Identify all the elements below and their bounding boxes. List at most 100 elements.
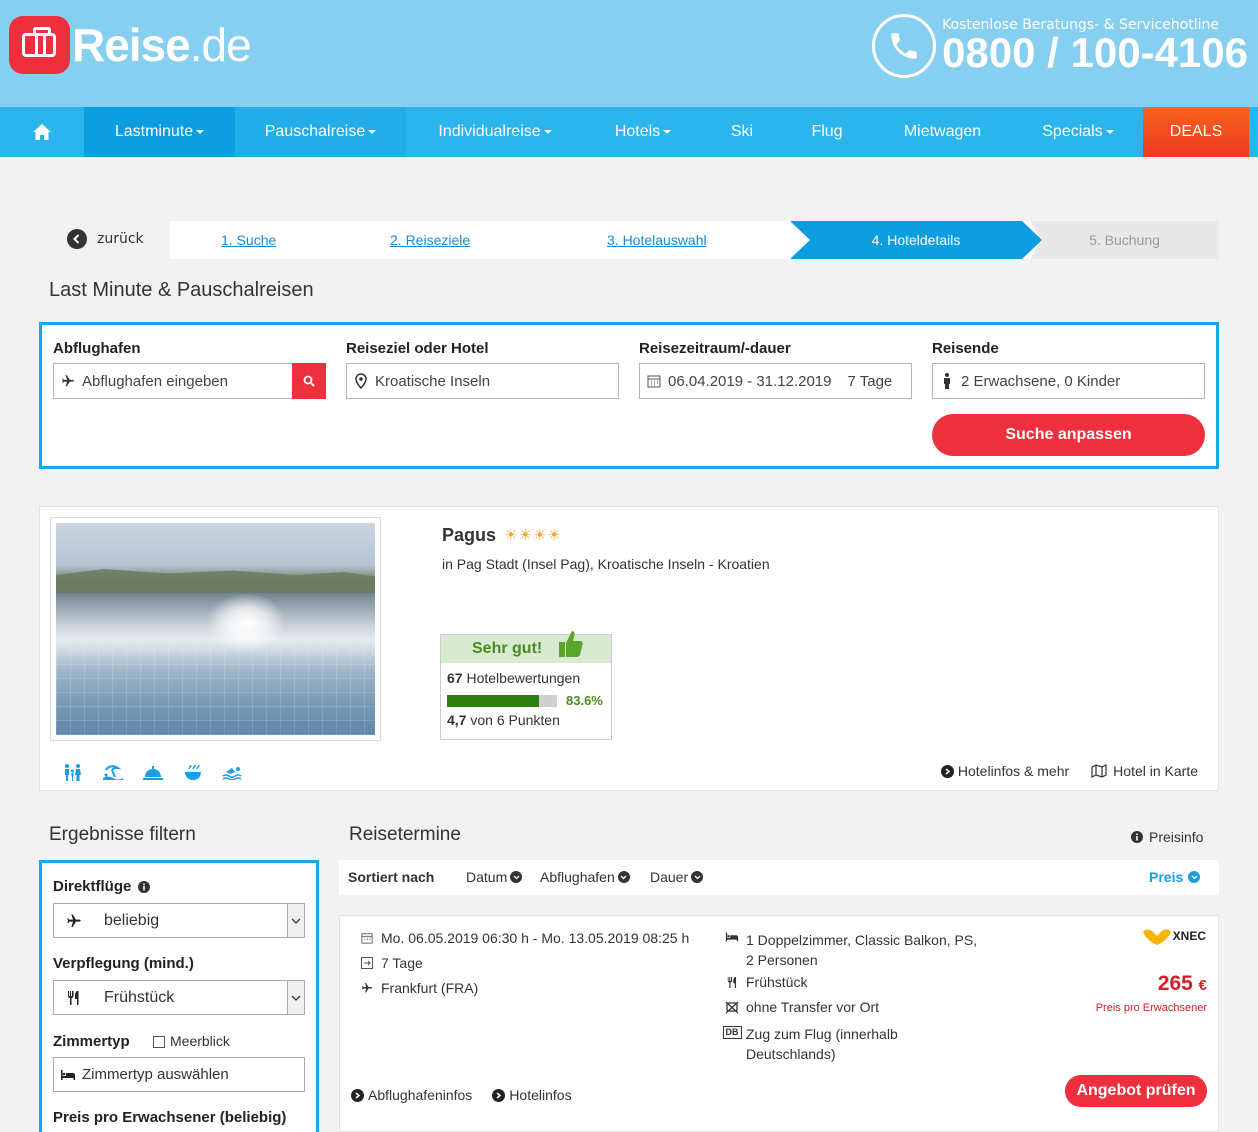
offer-hotel-info-link[interactable]: Hotelinfos bbox=[492, 1087, 572, 1103]
direct-flight-label: Direktflüge bbox=[53, 878, 150, 895]
chevron-down-icon bbox=[287, 904, 304, 937]
map-icon bbox=[1091, 763, 1107, 779]
nav-item-pauschalreise[interactable]: Pauschalreise bbox=[235, 107, 406, 157]
phone-icon bbox=[872, 14, 937, 78]
chevron-down-icon bbox=[510, 871, 523, 883]
hotel-location: in Pag Stadt (Insel Pag), Kroatische Ins… bbox=[442, 556, 770, 572]
airport-info-link[interactable]: Abflughafeninfos bbox=[351, 1087, 472, 1103]
score: 4,7 bbox=[447, 712, 467, 728]
rating-label: Sehr gut! bbox=[472, 640, 543, 657]
departure-label: Abflughafen bbox=[53, 340, 141, 357]
rating-percent: 83.6% bbox=[566, 693, 603, 708]
logo[interactable]: Reise.de bbox=[9, 15, 252, 75]
hotline[interactable]: Kostenlose Beratungs- & Servicehotline 0… bbox=[872, 14, 1248, 78]
rating-box[interactable]: Sehr gut! 67 Hotelbewertungen 83.6% 4,7 … bbox=[440, 631, 612, 740]
search-submit-button[interactable]: Suche anpassen bbox=[932, 414, 1205, 456]
service-bell-icon bbox=[140, 763, 166, 781]
hotel-map-link[interactable]: Hotel in Karte bbox=[1091, 763, 1198, 779]
chevron-down-icon bbox=[691, 871, 704, 883]
plane-icon bbox=[54, 913, 94, 929]
nav-item-lastminute[interactable]: Lastminute bbox=[84, 107, 235, 157]
hotel-photo[interactable] bbox=[50, 517, 381, 741]
period-label: Reisezeitraum/-dauer bbox=[639, 340, 791, 357]
price-filter-label: Preis pro Erwachsener (beliebig) bbox=[53, 1109, 287, 1126]
offer-card: Mo. 06.05.2019 06:30 h - Mo. 13.05.2019 … bbox=[339, 915, 1219, 1132]
checkbox-icon bbox=[153, 1036, 165, 1049]
rating-bar bbox=[447, 695, 557, 707]
step-buchung: 5. Buchung bbox=[1030, 221, 1219, 259]
price-note: Preis pro Erwachsener bbox=[1095, 1002, 1207, 1014]
chevron-right-icon bbox=[492, 1088, 506, 1102]
sort-airport[interactable]: Abflughafen bbox=[540, 869, 630, 885]
hotline-number[interactable]: 0800 / 100-4106 bbox=[942, 31, 1248, 75]
bed-icon bbox=[54, 1069, 82, 1080]
filter-title: Ergebnisse filtern bbox=[49, 824, 196, 845]
direct-flight-select[interactable]: beliebig bbox=[53, 903, 305, 938]
nav-item-individualreise[interactable]: Individualreise bbox=[406, 107, 584, 157]
offer-dates: Mo. 06.05.2019 06:30 h - Mo. 13.05.2019 … bbox=[381, 930, 690, 946]
room-type-input[interactable]: Zimmertyp auswählen bbox=[53, 1057, 305, 1092]
family-icon bbox=[60, 763, 86, 781]
hotel-card: Pagus ☀☀☀☀ in Pag Stadt (Insel Pag), Kro… bbox=[39, 506, 1219, 791]
nav-item-hotels[interactable]: Hotels bbox=[584, 107, 702, 157]
room-type-label: Zimmertyp bbox=[53, 1033, 130, 1050]
main-nav: Lastminute Pauschalreise Individualreise… bbox=[0, 107, 1258, 157]
calendar-icon bbox=[359, 930, 375, 944]
search-icon[interactable] bbox=[292, 363, 326, 399]
plane-icon bbox=[60, 374, 76, 388]
map-pin-icon bbox=[353, 373, 369, 389]
thumbs-up-icon bbox=[559, 631, 583, 657]
price-info-link[interactable]: Preisinfo bbox=[1131, 829, 1203, 845]
nav-item-mietwagen[interactable]: Mietwagen bbox=[872, 107, 1013, 157]
duration-icon bbox=[359, 955, 375, 969]
bed-icon bbox=[724, 930, 740, 942]
calendar-icon bbox=[646, 374, 662, 388]
info-icon bbox=[1131, 831, 1143, 843]
star-rating-icon: ☀☀☀☀ bbox=[504, 526, 562, 544]
chevron-down-icon bbox=[617, 871, 630, 883]
page-title: Last Minute & Pauschalreisen bbox=[49, 279, 314, 301]
board-label: Verpflegung (mind.) bbox=[53, 955, 194, 972]
seaview-checkbox[interactable]: Meerblick bbox=[153, 1033, 230, 1049]
breadcrumb: 1. Suche 2. Reiseziele 3. Hotelauswahl 5… bbox=[170, 221, 1219, 259]
cutlery-icon bbox=[724, 974, 740, 989]
sort-price[interactable]: Preis bbox=[1149, 869, 1201, 885]
home-icon[interactable] bbox=[0, 107, 84, 157]
offer-room: 1 Doppelzimmer, Classic Balkon, PS, 2 Per… bbox=[746, 932, 978, 968]
step-hoteldetails: 4. Hoteldetails bbox=[790, 221, 1042, 259]
sort-bar: Sortiert nach Datum Abflughafen Dauer Pr… bbox=[339, 860, 1219, 895]
period-input[interactable]: 06.04.2019 - 31.12.2019 7 Tage bbox=[639, 363, 912, 399]
info-icon[interactable] bbox=[137, 881, 150, 894]
review-count: 67 bbox=[447, 670, 463, 686]
hotel-name: Pagus bbox=[442, 525, 497, 545]
step-hotelauswahl[interactable]: 3. Hotelauswahl bbox=[607, 221, 707, 259]
nav-item-deals[interactable]: DEALS bbox=[1143, 107, 1249, 157]
step-reiseziele[interactable]: 2. Reiseziele bbox=[390, 221, 470, 259]
site-header: Reise.de Kostenlose Beratungs- & Service… bbox=[0, 0, 1258, 107]
offer-duration: 7 Tage bbox=[381, 955, 423, 971]
chevron-right-icon bbox=[351, 1088, 364, 1102]
plane-icon bbox=[359, 980, 375, 994]
hotel-info-link[interactable]: Hotelinfos & mehr bbox=[940, 763, 1069, 779]
offer-train: Zug zum Flug (innerhalb Deutschlands) bbox=[746, 1026, 898, 1062]
board-select[interactable]: Frühstück bbox=[53, 980, 305, 1015]
check-offer-button[interactable]: Angebot prüfen bbox=[1065, 1075, 1207, 1107]
sort-date[interactable]: Datum bbox=[466, 869, 523, 885]
nav-item-specials[interactable]: Specials bbox=[1013, 107, 1143, 157]
sort-label: Sortiert nach bbox=[348, 869, 435, 885]
suitcase-icon bbox=[9, 16, 70, 74]
back-link[interactable]: zurück bbox=[67, 229, 144, 249]
offer-transfer: ohne Transfer vor Ort bbox=[746, 999, 880, 1015]
destination-label: Reiseziel oder Hotel bbox=[346, 340, 489, 357]
nav-item-ski[interactable]: Ski bbox=[702, 107, 782, 157]
departure-input[interactable]: Abflughafen eingeben bbox=[53, 363, 326, 399]
offer-price: 265 € bbox=[1157, 972, 1207, 995]
nav-item-flug[interactable]: Flug bbox=[782, 107, 872, 157]
filter-panel: Direktflüge beliebig Verpflegung (mind.)… bbox=[39, 860, 319, 1132]
travelers-input[interactable]: 2 Erwachsene, 0 Kinder bbox=[932, 363, 1205, 399]
beach-icon bbox=[100, 763, 126, 781]
sort-duration[interactable]: Dauer bbox=[650, 869, 704, 885]
destination-input[interactable]: Kroatische Inseln bbox=[346, 363, 619, 399]
step-suche[interactable]: 1. Suche bbox=[221, 221, 276, 259]
chevron-right-icon bbox=[940, 764, 954, 778]
